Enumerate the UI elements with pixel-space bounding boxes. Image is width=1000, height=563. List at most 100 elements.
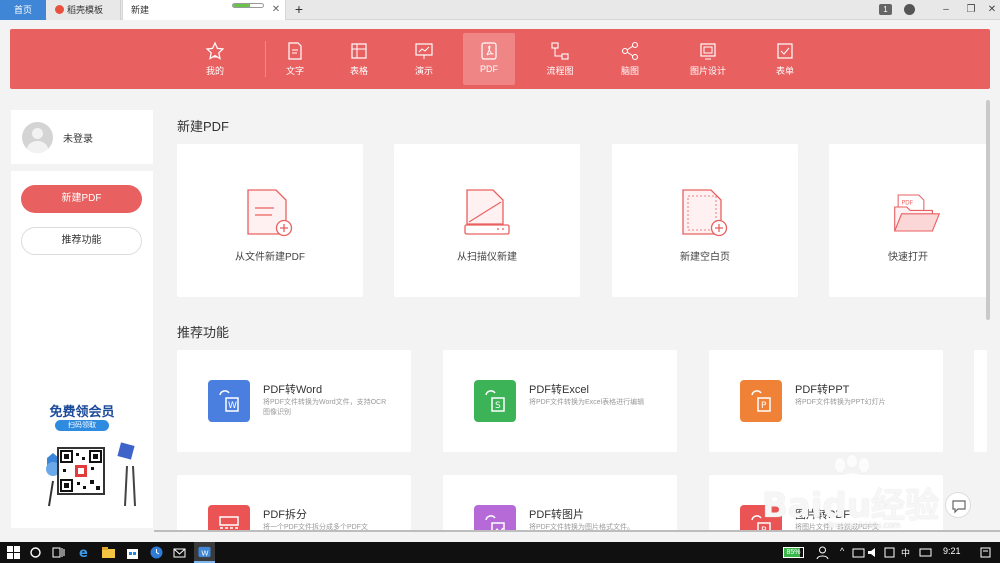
quick-open-card[interactable]: PDF 快速打开 [829, 144, 987, 297]
battery-indicator[interactable]: 85% [783, 547, 804, 558]
tab-loading-bar [232, 3, 264, 8]
task-view-icon[interactable] [51, 545, 66, 560]
wps-taskbar-button[interactable]: W [194, 542, 215, 563]
user-panel[interactable]: 未登录 [11, 110, 153, 164]
star-icon [205, 41, 225, 60]
pdf-to-excel-icon: S [474, 380, 516, 422]
tab-home[interactable]: 首页 [0, 0, 46, 20]
feature-pdf-split[interactable]: PDF拆分 将一个PDF文件拆分成多个PDF文 [177, 475, 411, 531]
feature-pdf-to-excel[interactable]: S PDF转Excel 将PDF文件转换为Excel表格进行编辑 [443, 350, 677, 452]
feature-title: PDF转Word [263, 384, 323, 396]
content-bottom-border [154, 530, 1000, 532]
scrollbar[interactable] [986, 100, 990, 320]
new-pdf-title: 新建PDF [177, 119, 230, 134]
card-label: 新建空白页 [680, 252, 730, 263]
svg-text:PDF: PDF [902, 199, 914, 206]
image-design-icon [700, 43, 716, 60]
action-center-icon[interactable] [978, 545, 993, 560]
category-mine[interactable]: 我的 [195, 29, 235, 89]
feature-pdf-to-word[interactable]: W PDF转Word 将PDF文件转换为Word文件，支持OCR图像识别 [177, 350, 411, 452]
notification-badge[interactable]: 1 [879, 4, 892, 15]
presentation-icon [415, 43, 433, 59]
feature-card-partial[interactable] [974, 350, 987, 452]
category-image-design[interactable]: 图片设计 [683, 29, 733, 89]
taskbar: e W 85% ^ 中 9:21 [0, 542, 1000, 563]
category-form[interactable]: 表单 [765, 29, 805, 89]
pdf-to-word-icon: W [208, 380, 250, 422]
battery-percent: 85% [786, 549, 801, 556]
membership-promo[interactable]: 免费领会员 扫码领取 [23, 396, 141, 524]
people-icon[interactable] [815, 545, 830, 560]
category-label: 表格 [349, 66, 368, 76]
keyboard-icon[interactable] [918, 545, 933, 560]
card-label: 从扫描仪新建 [457, 252, 517, 263]
category-label: PDF [480, 64, 498, 74]
feature-description: 将PDF文件转换为PPT幻灯片 [795, 399, 886, 406]
restore-icon[interactable]: ❐ [962, 0, 980, 20]
user-avatar-icon[interactable] [22, 122, 53, 153]
edge-browser-icon[interactable]: e [77, 545, 92, 560]
flowchart-icon [551, 42, 569, 60]
recommended-features-button[interactable]: 推荐功能 [21, 227, 142, 255]
title-bar: 首页 稻壳模板 新建 ✕ + 1 – ❐ ✕ [0, 0, 1000, 20]
tab-templates[interactable]: 稻壳模板 [47, 0, 121, 20]
close-tab-icon[interactable]: ✕ [270, 0, 282, 20]
mindmap-icon [621, 41, 639, 61]
svg-text:W: W [201, 548, 209, 557]
show-hidden-icons[interactable]: ^ [840, 546, 844, 556]
user-name[interactable]: 未登录 [63, 130, 93, 145]
new-from-scanner-card[interactable]: 从扫描仪新建 [394, 144, 580, 297]
feature-description: 将PDF文件转换为Word文件，支持OCR图像识别 [263, 399, 387, 416]
file-explorer-icon[interactable] [101, 545, 116, 560]
sidebar: 新建PDF 推荐功能 免费领会员 扫码领取 [11, 171, 153, 528]
feature-pdf-to-image[interactable]: PDF转图片 将PDF文件转换为图片格式文件。 [443, 475, 677, 531]
category-spreadsheet[interactable]: 表格 [339, 29, 379, 89]
network-icon[interactable] [851, 545, 866, 560]
notification-icon[interactable] [882, 545, 897, 560]
svg-text:S: S [495, 401, 501, 411]
category-writer[interactable]: 文字 [275, 29, 315, 89]
chat-icon[interactable] [945, 492, 971, 518]
pdf-folder-icon: PDF [893, 194, 941, 232]
clock[interactable]: 9:21 [943, 546, 961, 556]
category-presentation[interactable]: 演示 [404, 29, 444, 89]
store-icon[interactable] [125, 545, 140, 560]
document-icon [288, 42, 302, 60]
mail-icon[interactable] [172, 545, 187, 560]
category-label: 流程图 [546, 66, 574, 76]
account-avatar-icon[interactable] [904, 4, 915, 15]
pdf-split-icon [208, 505, 250, 531]
category-label: 图片设计 [689, 66, 726, 76]
form-icon [777, 43, 793, 59]
docer-logo-icon [55, 5, 64, 14]
windows-start-icon[interactable] [6, 545, 21, 560]
category-flowchart[interactable]: 流程图 [540, 29, 580, 89]
promo-scan-button[interactable]: 扫码领取 [55, 420, 109, 431]
card-label: 快速打开 [888, 252, 928, 263]
add-tab-button[interactable]: + [292, 0, 306, 19]
watermark-url: jingyan.baidu.com [828, 520, 901, 530]
category-pdf[interactable]: PDF [463, 33, 515, 85]
input-method-indicator[interactable]: 中 [901, 546, 910, 559]
wps-app-icon: W [198, 546, 211, 557]
feature-title: PDF转PPT [795, 384, 850, 396]
new-from-file-card[interactable]: 从文件新建PDF [177, 144, 363, 297]
close-window-icon[interactable]: ✕ [983, 0, 1000, 20]
category-label: 文字 [285, 66, 304, 76]
feature-title: PDF拆分 [263, 509, 307, 521]
feature-title: PDF转图片 [529, 509, 584, 521]
new-pdf-button[interactable]: 新建PDF [21, 185, 142, 213]
category-label: 演示 [414, 66, 433, 76]
category-label: 脑图 [620, 66, 639, 76]
category-mindmap[interactable]: 脑图 [610, 29, 650, 89]
minimize-icon[interactable]: – [937, 0, 955, 20]
card-label: 从文件新建PDF [235, 252, 305, 263]
feature-pdf-to-ppt[interactable]: P PDF转PPT 将PDF文件转换为PPT幻灯片 [709, 350, 943, 452]
clock-app-icon[interactable] [149, 545, 164, 560]
spreadsheet-icon [351, 43, 367, 59]
volume-icon[interactable] [866, 545, 881, 560]
category-label: 我的 [205, 66, 224, 76]
new-blank-page-card[interactable]: 新建空白页 [612, 144, 798, 297]
feature-description: 将PDF文件转换为Excel表格进行编辑 [529, 399, 645, 406]
search-icon[interactable] [28, 545, 43, 560]
